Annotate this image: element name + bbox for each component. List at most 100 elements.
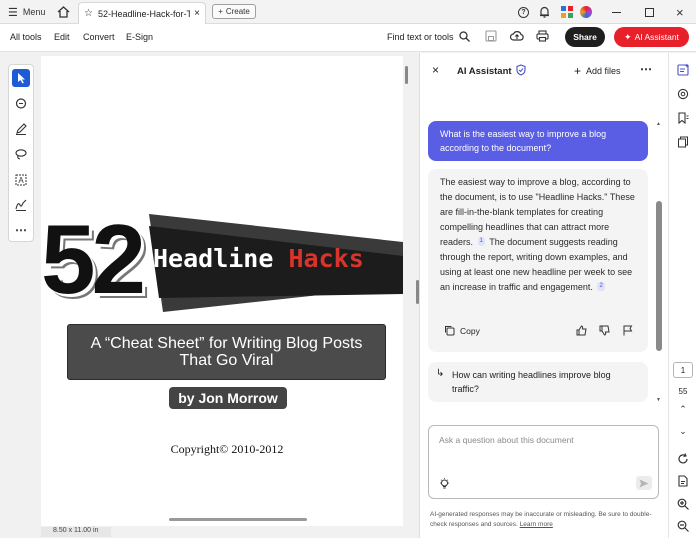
panel-scrollbar[interactable]: ▲ ▼	[656, 121, 662, 407]
find-text-button[interactable]: Find text or tools	[387, 31, 470, 42]
ai-summary-icon	[676, 63, 689, 76]
minimize-button[interactable]	[612, 0, 621, 24]
ai-assistant-panel: × AI Assistant + Add files ⋯ What is the…	[419, 53, 668, 538]
send-button[interactable]	[636, 476, 652, 490]
print-button[interactable]	[536, 30, 549, 45]
upload-button[interactable]	[509, 30, 524, 45]
apps-icon	[561, 6, 573, 18]
citation-2[interactable]: 2	[597, 282, 605, 291]
menu-label: Menu	[22, 7, 46, 17]
learn-more-link[interactable]: Learn more	[520, 521, 553, 528]
assistant-answer-card: The easiest way to improve a blog, accor…	[428, 169, 648, 352]
close-tab-icon[interactable]: ×	[194, 8, 200, 19]
menu-e-sign[interactable]: E-Sign	[126, 32, 153, 42]
create-label: Create	[225, 7, 250, 16]
comment-tool[interactable]	[12, 95, 30, 113]
more-tools-button[interactable]: ⋯	[12, 221, 30, 239]
star-icon[interactable]: ☆	[84, 8, 93, 19]
draw-tool[interactable]	[12, 120, 30, 138]
menu-convert[interactable]: Convert	[83, 32, 115, 42]
close-panel-button[interactable]: ×	[432, 63, 439, 77]
sign-tool[interactable]	[12, 196, 30, 214]
ai-assistant-button[interactable]: ✦ AI Assistant	[614, 27, 689, 47]
comments-panel-button[interactable]	[675, 86, 691, 102]
close-icon: ×	[676, 4, 684, 20]
menu-edit[interactable]: Edit	[54, 32, 70, 42]
verified-shield	[516, 64, 526, 79]
home-button[interactable]	[57, 0, 70, 24]
chevron-down-icon: ⌄	[679, 425, 687, 436]
ai-sparkle-icon: ✦	[624, 31, 632, 42]
create-button[interactable]: + Create	[212, 4, 256, 19]
zoom-out-button[interactable]	[675, 518, 691, 534]
select-tool[interactable]	[12, 69, 30, 87]
text-box-tool[interactable]: A	[12, 171, 30, 189]
user-question-bubble: What is the easiest way to improve a blo…	[428, 121, 648, 161]
thumbs-down-icon	[599, 325, 610, 336]
page-total: 55	[678, 387, 688, 396]
page-display-button[interactable]	[675, 473, 691, 489]
text-box-icon: A	[15, 174, 27, 186]
copy-button[interactable]: Copy	[444, 325, 480, 336]
suggested-question[interactable]: ↳ How can writing headlines improve blog…	[428, 362, 648, 402]
menu-all-tools[interactable]: All tools	[10, 32, 42, 42]
thumbnails-button[interactable]	[675, 134, 691, 150]
scroll-thumb[interactable]	[405, 66, 408, 84]
plus-icon: +	[218, 7, 223, 16]
avatar	[580, 6, 592, 18]
reply-arrow-icon: ↳	[436, 368, 445, 379]
more-icon: ⋯	[15, 223, 27, 237]
copy-icon	[445, 326, 455, 336]
close-icon: ×	[432, 63, 440, 77]
close-window-button[interactable]: ×	[676, 0, 684, 24]
scroll-up-arrow[interactable]: ▲	[656, 121, 661, 127]
horizontal-scrollbar[interactable]	[169, 518, 307, 521]
thumbs-up-button[interactable]	[576, 325, 587, 339]
menu-button[interactable]: ☰ Menu	[8, 0, 45, 24]
help-button[interactable]: ?	[518, 0, 529, 24]
thumbs-down-button[interactable]	[599, 325, 610, 339]
maximize-button[interactable]	[645, 0, 654, 24]
comment-icon	[677, 88, 689, 100]
more-icon: ⋯	[640, 62, 652, 76]
plus-icon: +	[574, 64, 582, 78]
document-tab[interactable]: ☆ 52-Headline-Hack-for-T... ×	[78, 2, 206, 24]
pages-icon	[678, 136, 688, 148]
share-button[interactable]: Share	[565, 27, 605, 47]
add-files-button[interactable]: + Add files	[574, 64, 621, 78]
scroll-thumb[interactable]	[656, 201, 662, 351]
minimize-icon	[612, 11, 621, 13]
report-flag-button[interactable]	[622, 325, 633, 339]
pdf-page: 52 Headline Hacks A “Cheat Sheet” for Wr…	[41, 56, 403, 526]
zoom-in-icon	[677, 498, 689, 510]
lasso-tool[interactable]	[12, 145, 30, 163]
question-input-box[interactable]: Ask a question about this document	[428, 425, 659, 499]
ai-assistant-label: AI Assistant	[634, 32, 679, 42]
zoom-in-button[interactable]	[675, 496, 691, 512]
search-icon	[458, 31, 470, 42]
scroll-down-arrow[interactable]: ▼	[656, 397, 661, 403]
bookmarks-button[interactable]	[675, 110, 691, 126]
document-vertical-scrollbar[interactable]	[404, 64, 419, 534]
page-number-input[interactable]: 1	[673, 362, 693, 378]
zoom-out-icon	[677, 520, 689, 532]
subtitle-box: A “Cheat Sheet” for Writing Blog Posts T…	[67, 324, 386, 380]
banner-word-hacks: Hacks	[288, 244, 364, 273]
profile-button[interactable]	[580, 0, 592, 24]
citation-1[interactable]: 1	[477, 237, 485, 246]
subtitle-line-1: A “Cheat Sheet” for Writing Blog Posts	[90, 335, 363, 352]
home-icon	[57, 6, 70, 18]
save-button[interactable]	[485, 30, 497, 45]
big-number: 52	[41, 204, 146, 314]
generative-summary-button[interactable]	[675, 61, 691, 77]
flag-icon	[623, 325, 633, 336]
refresh-button[interactable]	[675, 451, 691, 467]
next-page-button[interactable]: ⌄	[675, 423, 691, 439]
question-input[interactable]: Ask a question about this document	[439, 435, 574, 445]
suggestions-button[interactable]	[439, 478, 450, 493]
notifications-button[interactable]	[539, 0, 550, 24]
previous-page-button[interactable]: ⌃	[675, 401, 691, 417]
hamburger-icon: ☰	[8, 6, 18, 19]
apps-button[interactable]	[561, 0, 573, 24]
panel-more-button[interactable]: ⋯	[640, 62, 652, 76]
